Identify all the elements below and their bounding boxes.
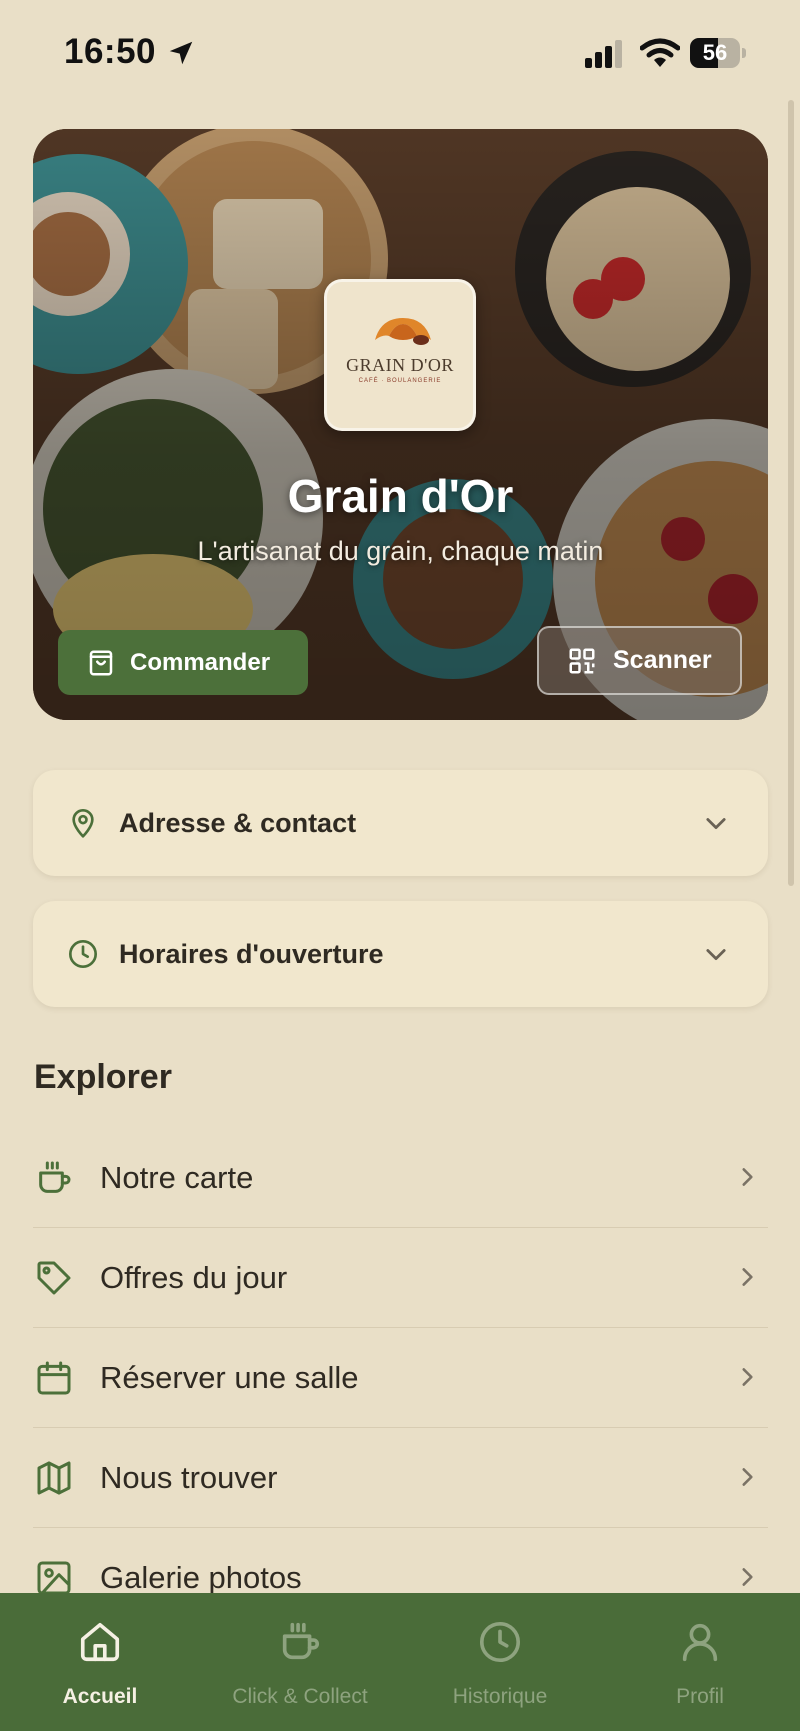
chevron-right-icon (742, 1168, 753, 1186)
logo-name: GRAIN D'OR (346, 355, 454, 375)
order-button-label: Commander (130, 648, 271, 676)
address-contact-accordion[interactable]: Adresse & contact (33, 770, 768, 876)
explore-item-label: Galerie photos (100, 1559, 302, 1595)
image-icon (37, 1561, 71, 1594)
calendar-icon (37, 1361, 71, 1394)
restaurant-name: Grain d'Or (287, 470, 514, 522)
explore-item-label: Nous trouver (100, 1459, 278, 1495)
explore-section-title: Explorer (34, 1058, 172, 1096)
restaurant-tagline: L'artisanat du grain, chaque matin (197, 536, 604, 566)
chevron-right-icon (742, 1368, 753, 1386)
chevron-right-icon (742, 1268, 753, 1286)
clock-icon (69, 940, 97, 968)
tab-history[interactable]: Historique (400, 1593, 600, 1731)
tab-label: Accueil (62, 1685, 138, 1708)
map-icon (37, 1461, 71, 1494)
explore-item-label: Réserver une salle (100, 1359, 359, 1395)
explore-list: Notre carte Offres du jour Réserver une … (33, 1128, 768, 1628)
battery-indicator: 56 (690, 38, 746, 68)
order-button[interactable]: Commander (58, 630, 308, 695)
map-pin-icon (72, 809, 94, 838)
scroll-indicator[interactable] (788, 100, 794, 886)
tab-label: Profil (676, 1685, 724, 1708)
address-contact-label: Adresse & contact (119, 807, 357, 838)
home-icon (80, 1622, 120, 1662)
tab-label: Historique (452, 1685, 548, 1708)
explore-item-offers[interactable]: Offres du jour (33, 1228, 768, 1328)
explore-item-find-us[interactable]: Nous trouver (33, 1428, 768, 1528)
chevron-right-icon (742, 1468, 753, 1486)
restaurant-logo: GRAIN D'OR CAFÉ · BOULANGERIE (324, 279, 476, 431)
user-icon (682, 1623, 718, 1662)
scan-button-label: Scanner (613, 646, 712, 674)
opening-hours-label: Horaires d'ouverture (119, 938, 384, 969)
wifi-icon (640, 38, 680, 67)
scan-button[interactable]: Scanner (537, 626, 742, 695)
explore-item-book-room[interactable]: Réserver une salle (33, 1328, 768, 1428)
hero-banner: GRAIN D'OR CAFÉ · BOULANGERIE Grain d'Or… (33, 129, 768, 720)
tab-home[interactable]: Accueil (0, 1593, 200, 1731)
chevron-down-icon (706, 818, 726, 830)
coffee-cup-icon (39, 1161, 71, 1193)
opening-hours-accordion[interactable]: Horaires d'ouverture (33, 901, 768, 1007)
logo-subtitle: CAFÉ · BOULANGERIE (358, 378, 442, 384)
tab-label: Click & Collect (232, 1685, 368, 1708)
qr-code-icon (569, 648, 595, 673)
coffee-cup-icon (282, 1622, 320, 1660)
chevron-right-icon (742, 1568, 753, 1586)
chevron-down-icon (706, 949, 726, 961)
status-time: 16:50 (64, 32, 157, 71)
explore-item-label: Notre carte (100, 1159, 254, 1195)
bottom-tab-bar: Accueil Click & Collect Historique Profi… (0, 1593, 800, 1731)
tab-profile[interactable]: Profil (600, 1593, 800, 1731)
clock-icon (479, 1621, 521, 1663)
explore-item-label: Offres du jour (100, 1259, 288, 1295)
battery-percent: 56 (702, 40, 728, 65)
shopping-bag-icon (89, 650, 113, 675)
cellular-signal-icon (585, 40, 622, 68)
explore-item-menu[interactable]: Notre carte (33, 1128, 768, 1228)
status-bar: 16:50 56 (0, 0, 800, 100)
tag-icon (37, 1261, 71, 1294)
tab-click-collect[interactable]: Click & Collect (200, 1593, 400, 1731)
croissant-icon (375, 318, 431, 345)
location-arrow-icon (169, 41, 193, 65)
